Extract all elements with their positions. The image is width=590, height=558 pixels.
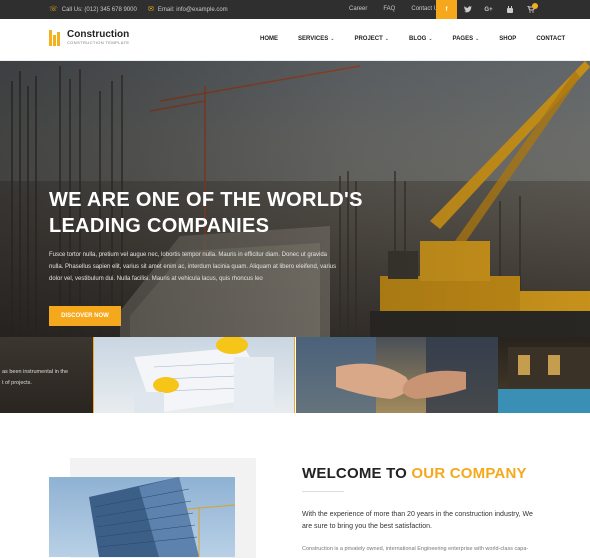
nav-services[interactable]: SERVICES ⌄ (298, 36, 334, 42)
hero-title: WE ARE ONE OF THE WORLD'S LEADING COMPAN… (49, 189, 363, 237)
strip-tile-1: as been instrumental in the t of project… (0, 337, 93, 413)
top-bar: ☏ Call Us: (012) 345 678 9000 ✉ Email: i… (0, 0, 590, 19)
nav-home-label: HOME (260, 36, 278, 42)
nav-project[interactable]: PROJECT ⌄ (354, 36, 389, 42)
cart-badge (532, 3, 538, 9)
faq-link[interactable]: FAQ (383, 6, 395, 12)
welcome-description: Construction is a privately owned, inter… (302, 546, 529, 552)
feature-image-strip: as been instrumental in the t of project… (0, 337, 590, 413)
top-links: Career FAQ Contact Us (349, 6, 441, 12)
nav-services-label: SERVICES (298, 36, 329, 42)
strip-caption-line2: t of projects. (2, 380, 32, 386)
chevron-down-icon: ⌄ (475, 36, 480, 42)
phone-icon: ☏ (49, 6, 58, 13)
nav-shop-label: SHOP (499, 36, 517, 42)
strip-tile-handshake (296, 337, 498, 413)
strip-caption: as been instrumental in the t of project… (2, 367, 68, 389)
handshake-image (296, 337, 498, 413)
cart-icon[interactable] (520, 0, 541, 19)
hero-description: Fusce tortor nulla, pretium vel augue ne… (49, 252, 337, 282)
site-logo[interactable]: Construction CONSTRUCTION TEMPLATE (49, 30, 129, 46)
career-link[interactable]: Career (349, 6, 367, 12)
email-info: ✉ Email: info@example.com (148, 6, 228, 13)
envelope-icon: ✉ (148, 6, 154, 13)
chevron-down-icon: ⌄ (384, 36, 389, 42)
strip-tile-pool (498, 337, 590, 413)
nav-shop[interactable]: SHOP (499, 36, 516, 42)
brand-name: Construction (67, 29, 130, 40)
email-text[interactable]: Email: info@example.com (158, 7, 228, 13)
nav-contact[interactable]: CONTACT (536, 36, 565, 42)
facebook-icon[interactable]: f (436, 0, 457, 19)
welcome-section: WELCOME TO OUR COMPANY With the experien… (0, 413, 590, 558)
glass-building-image (49, 477, 235, 557)
nav-pages-label: PAGES (452, 36, 474, 42)
welcome-intro: With the experience of more than 20 year… (302, 511, 533, 530)
youtube-icon[interactable] (499, 0, 520, 19)
main-navbar: Construction CONSTRUCTION TEMPLATE HOME … (0, 19, 590, 61)
engineers-blueprint-image (134, 337, 274, 413)
nav-pages[interactable]: PAGES ⌄ (453, 36, 480, 42)
main-menu: HOME SERVICES ⌄ PROJECT ⌄ BLOG ⌄ PAGES ⌄ SHO… (260, 36, 565, 42)
nav-contact-label: CONTACT (536, 36, 566, 42)
nav-home[interactable]: HOME (260, 36, 278, 42)
welcome-title-plain: WELCOME TO (302, 465, 412, 482)
hero-banner: WE ARE ONE OF THE WORLD'S LEADING COMPAN… (0, 61, 590, 337)
strip-tile-engineers (93, 337, 295, 413)
social-links: f G+ (436, 0, 541, 19)
welcome-title: WELCOME TO OUR COMPANY (302, 465, 527, 482)
phone-text: Call Us: (012) 345 678 9000 (61, 6, 137, 13)
twitter-icon[interactable] (457, 0, 478, 19)
nav-blog[interactable]: BLOG ⌄ (409, 36, 433, 42)
poolside-building-image (498, 347, 590, 413)
nav-project-label: PROJECT (354, 36, 383, 42)
discover-now-button[interactable]: DISCOVER NOW (49, 306, 121, 326)
chevron-down-icon: ⌄ (428, 36, 433, 42)
brand-tagline: CONSTRUCTION TEMPLATE (67, 40, 130, 45)
welcome-title-accent: OUR COMPANY (411, 465, 527, 482)
google-plus-icon[interactable]: G+ (478, 0, 499, 19)
building-logo-icon (49, 30, 63, 46)
chevron-down-icon: ⌄ (330, 36, 335, 42)
nav-blog-label: BLOG (408, 36, 427, 42)
title-divider (302, 491, 344, 492)
phone-info: ☏ Call Us: (012) 345 678 9000 (49, 6, 137, 13)
strip-caption-line1: as been instrumental in the (2, 369, 69, 375)
